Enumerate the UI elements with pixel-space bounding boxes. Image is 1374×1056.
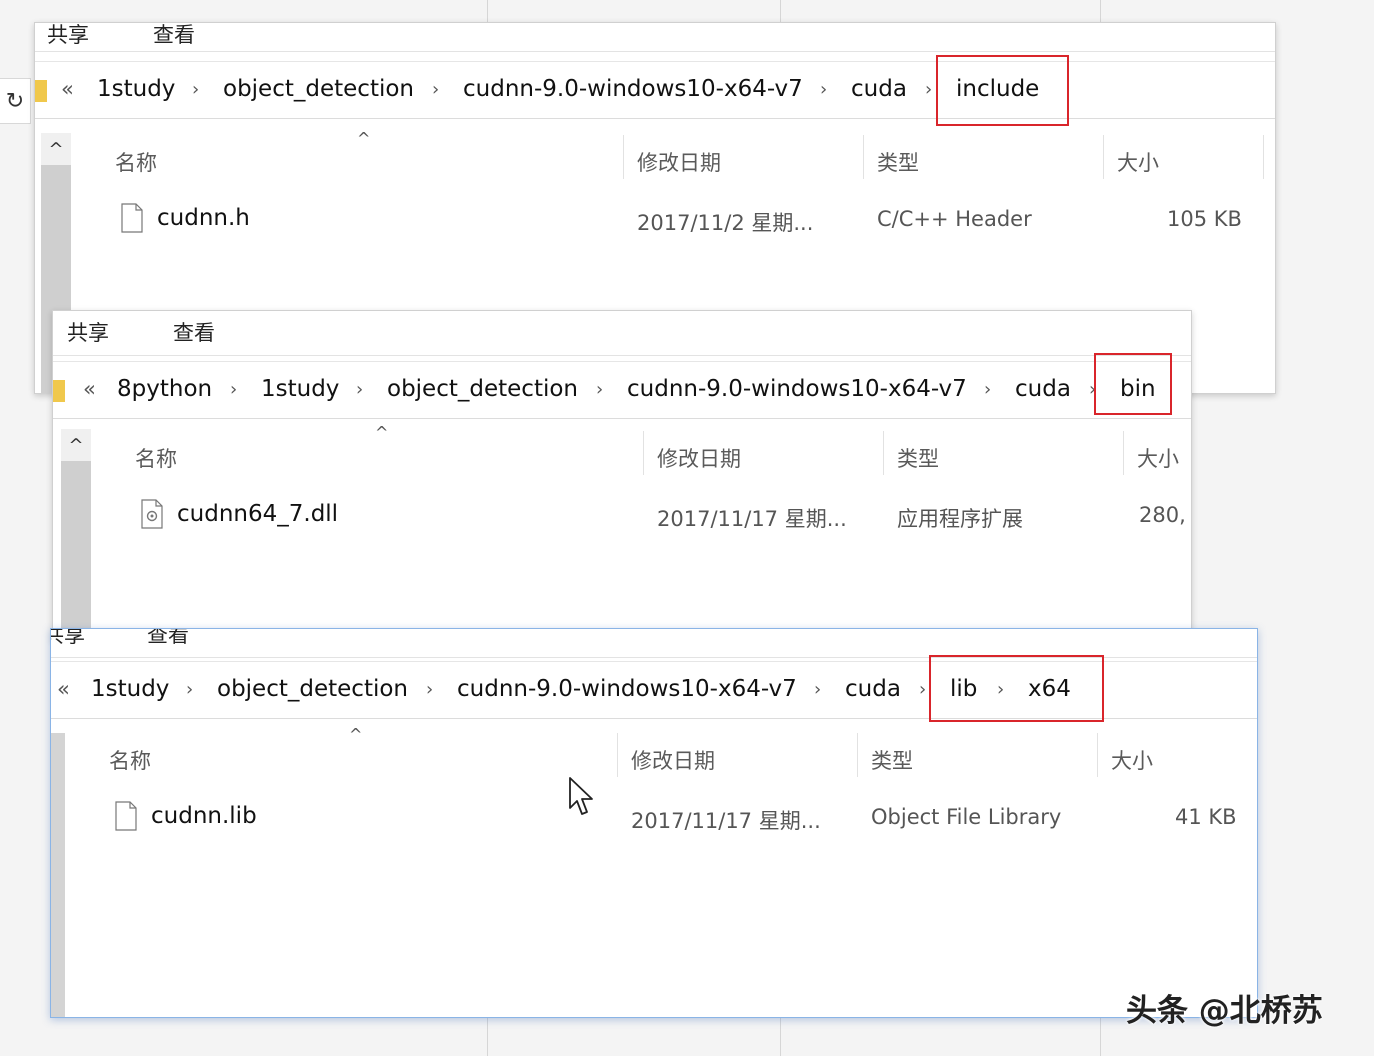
column-header-modified[interactable]: 修改日期 — [637, 147, 721, 177]
file-size: 280, — [1139, 503, 1186, 527]
folder-icon — [35, 80, 47, 102]
dll-file-icon — [141, 499, 163, 529]
breadcrumb-object-detection[interactable]: object_detection — [387, 376, 578, 402]
breadcrumb-1study[interactable]: 1study — [261, 376, 339, 402]
breadcrumb-separator-icon: › — [192, 79, 200, 100]
column-divider[interactable] — [623, 135, 624, 179]
highlight-box — [1094, 353, 1172, 415]
chevron-up-icon: ^ — [68, 434, 84, 456]
file-size: 105 KB — [1167, 207, 1242, 231]
column-header-name[interactable]: 名称 — [135, 443, 177, 473]
column-divider[interactable] — [1097, 733, 1098, 777]
breadcrumb-separator-icon: › — [814, 679, 822, 700]
breadcrumb-separator-icon: › — [426, 679, 434, 700]
column-header-modified[interactable]: 修改日期 — [657, 443, 741, 473]
address-bar[interactable]: « 1study › object_detection › cudnn-9.0-… — [35, 61, 1275, 119]
refresh-icon: ↻ — [5, 88, 25, 114]
file-type: C/C++ Header — [877, 207, 1032, 231]
ribbon-tabs: 共享 查看 — [51, 629, 1257, 658]
scroll-up-button[interactable]: ^ — [41, 133, 71, 165]
column-header-name[interactable]: 名称 — [109, 745, 151, 775]
breadcrumb-separator-icon: › — [186, 679, 194, 700]
file-name[interactable]: cudnn.lib — [151, 803, 257, 829]
scroll-up-button[interactable]: ^ — [61, 429, 91, 461]
breadcrumb-cudnn[interactable]: cudnn-9.0-windows10-x64-v7 — [627, 376, 967, 402]
ribbon-tab-share[interactable]: 共享 — [67, 317, 109, 347]
column-header-type[interactable]: 类型 — [897, 443, 939, 473]
breadcrumb-cudnn[interactable]: cudnn-9.0-windows10-x64-v7 — [463, 76, 803, 102]
breadcrumb-separator-icon: › — [984, 379, 992, 400]
breadcrumb-cudnn[interactable]: cudnn-9.0-windows10-x64-v7 — [457, 676, 797, 702]
file-name[interactable]: cudnn64_7.dll — [177, 501, 338, 527]
ribbon-tab-view[interactable]: 查看 — [173, 317, 215, 347]
column-divider[interactable] — [863, 135, 864, 179]
breadcrumb-cuda[interactable]: cuda — [845, 676, 901, 702]
ribbon-tab-view[interactable]: 查看 — [147, 629, 189, 649]
breadcrumb-1study[interactable]: 1study — [91, 676, 169, 702]
breadcrumb-separator-icon: › — [919, 679, 927, 700]
breadcrumb-cuda[interactable]: cuda — [851, 76, 907, 102]
overflow-chevron-icon[interactable]: « — [57, 677, 70, 701]
breadcrumb-separator-icon: › — [925, 79, 933, 100]
explorer-window-lib-x64: 共享 查看 « 1study › object_detection › cudn… — [50, 628, 1258, 1018]
document-file-icon — [121, 203, 143, 233]
highlight-box — [929, 655, 1104, 722]
breadcrumb-separator-icon: › — [356, 379, 364, 400]
folder-icon — [53, 380, 65, 402]
breadcrumb-separator-icon: › — [230, 379, 238, 400]
column-header-modified[interactable]: 修改日期 — [631, 745, 715, 775]
column-divider[interactable] — [643, 431, 644, 475]
sort-ascending-icon: ^ — [349, 725, 363, 744]
column-divider[interactable] — [1263, 135, 1264, 179]
column-header-size[interactable]: 大小 — [1117, 147, 1159, 177]
breadcrumb-cuda[interactable]: cuda — [1015, 376, 1071, 402]
file-name[interactable]: cudnn.h — [157, 205, 250, 231]
explorer-window-bin: 共享 查看 « 8python › 1study › object_detect… — [52, 310, 1192, 642]
file-size: 41 KB — [1175, 805, 1237, 829]
column-header-size[interactable]: 大小 — [1137, 443, 1179, 473]
document-file-icon — [115, 801, 137, 831]
column-header-size[interactable]: 大小 — [1111, 745, 1153, 775]
breadcrumb-object-detection[interactable]: object_detection — [223, 76, 414, 102]
ribbon-tab-share[interactable]: 共享 — [51, 629, 85, 649]
file-modified: 2017/11/2 星期... — [637, 211, 814, 235]
file-type: 应用程序扩展 — [897, 507, 1023, 531]
file-modified: 2017/11/17 星期... — [631, 809, 821, 833]
column-divider[interactable] — [617, 733, 618, 777]
column-header-type[interactable]: 类型 — [871, 745, 913, 775]
breadcrumb-8python[interactable]: 8python — [117, 376, 212, 402]
breadcrumb-separator-icon: › — [596, 379, 604, 400]
column-divider[interactable] — [883, 431, 884, 475]
overflow-chevron-icon[interactable]: « — [61, 77, 74, 101]
file-modified: 2017/11/17 星期... — [657, 507, 847, 531]
column-divider[interactable] — [1103, 135, 1104, 179]
highlight-box — [936, 55, 1069, 126]
sort-ascending-icon: ^ — [357, 129, 371, 148]
mouse-pointer-icon — [569, 777, 593, 815]
column-header-type[interactable]: 类型 — [877, 147, 919, 177]
column-divider[interactable] — [857, 733, 858, 777]
address-bar[interactable]: « 8python › 1study › object_detection › … — [53, 361, 1191, 419]
breadcrumb-1study[interactable]: 1study — [97, 76, 175, 102]
watermark: 头条 @北桥苏 — [1126, 993, 1323, 1029]
breadcrumb-object-detection[interactable]: object_detection — [217, 676, 408, 702]
sort-ascending-icon: ^ — [375, 423, 389, 442]
breadcrumb-separator-icon: › — [432, 79, 440, 100]
breadcrumb-separator-icon: › — [820, 79, 828, 100]
ribbon-tabs: 共享 查看 — [53, 311, 1191, 356]
column-divider[interactable] — [1123, 431, 1124, 475]
ribbon-tabs: 共享 查看 — [35, 23, 1275, 52]
chevron-up-icon: ^ — [48, 138, 64, 160]
ribbon-tab-share[interactable]: 共享 — [47, 23, 89, 49]
overflow-chevron-icon[interactable]: « — [83, 377, 96, 401]
file-type: Object File Library — [871, 805, 1062, 829]
column-header-name[interactable]: 名称 — [115, 147, 157, 177]
vertical-scrollbar[interactable] — [51, 733, 65, 1017]
ribbon-tab-view[interactable]: 查看 — [153, 23, 195, 49]
refresh-button[interactable]: ↻ — [0, 78, 31, 124]
